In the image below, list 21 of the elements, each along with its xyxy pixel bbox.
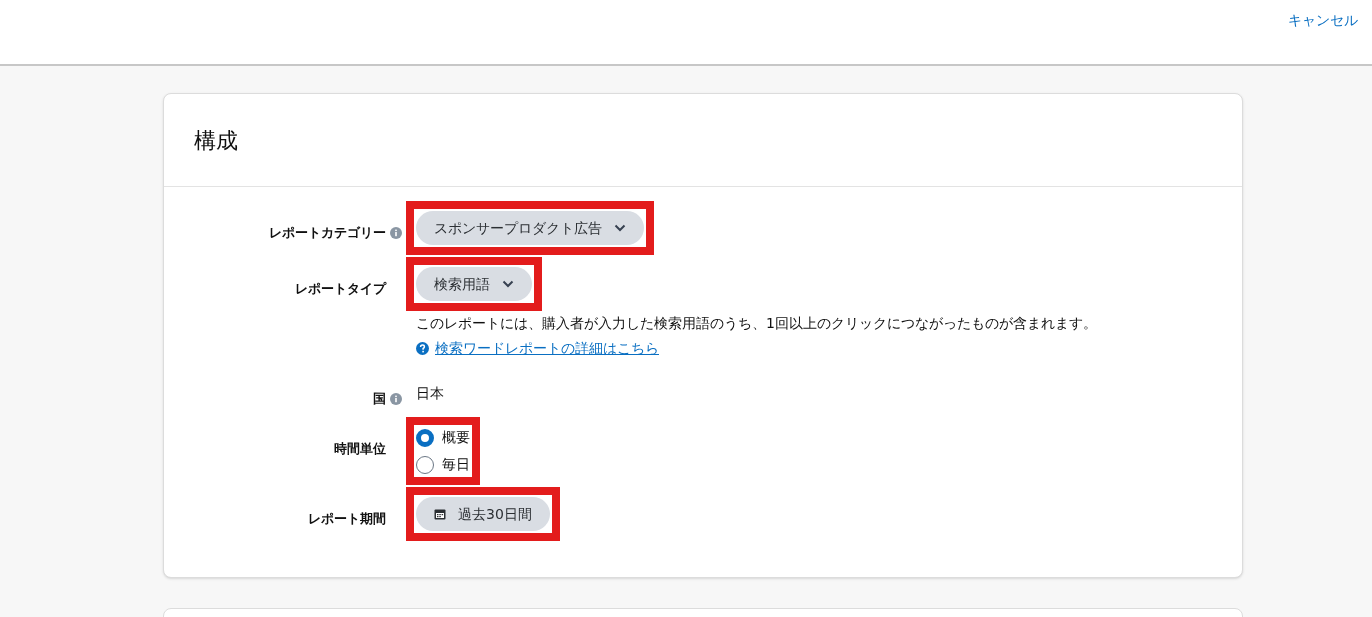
date-range-button[interactable]: 過去30日間 bbox=[416, 497, 550, 531]
field-value: 日本 bbox=[416, 385, 444, 401]
description-text: このレポートには、購入者が入力した検索用語のうち、1回以上のクリックにつながったものが含まれます。 bbox=[416, 314, 1097, 333]
field-label: 時間単位 bbox=[334, 440, 386, 458]
calendar-icon bbox=[434, 508, 446, 520]
help-icon bbox=[416, 342, 429, 355]
dropdown-button[interactable]: 検索用語 bbox=[416, 267, 532, 301]
radio-label: 毎日 bbox=[442, 455, 470, 474]
cancel-link[interactable]: キャンセル bbox=[1288, 10, 1358, 30]
card-title: 構成 bbox=[194, 126, 238, 155]
radio-button[interactable] bbox=[416, 455, 434, 474]
chevron-down-icon bbox=[614, 224, 626, 232]
radio-button[interactable] bbox=[416, 428, 434, 447]
dropdown-button[interactable]: スポンサープロダクト広告 bbox=[416, 211, 644, 245]
radio-label: 概要 bbox=[442, 428, 470, 447]
field-label: レポートカテゴリー bbox=[269, 224, 386, 242]
field-label: レポート期間 bbox=[308, 510, 386, 528]
help-link[interactable]: 検索ワードレポートの詳細はこちら bbox=[435, 338, 659, 359]
field-label: 国 bbox=[373, 390, 386, 408]
field-label: レポートタイプ bbox=[295, 280, 386, 298]
chevron-down-icon bbox=[502, 280, 514, 288]
